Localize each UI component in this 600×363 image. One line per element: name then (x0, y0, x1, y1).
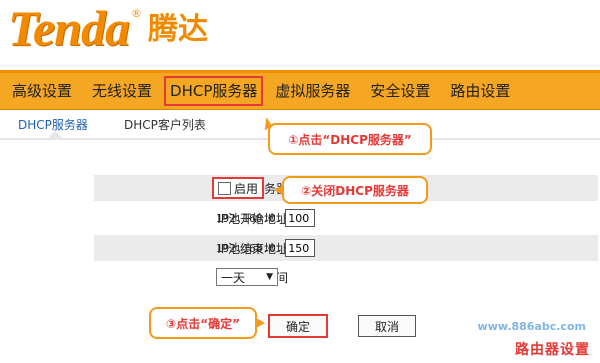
subnav-dhcp-client-list[interactable]: DHCP客户列表 (124, 116, 206, 133)
nav-item-wireless[interactable]: 无线设置 (84, 76, 160, 106)
row-ip-end: IP池结束地址 192.168.0. (94, 235, 598, 261)
ok-button[interactable]: 确定 (268, 314, 328, 338)
callout-step1: ①点击“DHCP服务器” (258, 117, 432, 155)
watermark-url: www.886abc.com (477, 320, 586, 333)
nav-item-dhcp-server[interactable]: DHCP服务器 (164, 76, 264, 106)
header: Tenda ® 腾达 (0, 0, 600, 70)
dhcp-enable-checkbox[interactable] (218, 181, 231, 195)
tenda-logo: Tenda ® 腾达 (8, 2, 208, 54)
ip-end-prefix: 192.168.0. (216, 241, 283, 255)
logo-text: Tenda (8, 0, 130, 56)
dhcp-enable-label: 启用 (234, 181, 259, 196)
nav-item-advanced[interactable]: 高级设置 (4, 76, 80, 106)
main-nav: 高级设置 无线设置 DHCP服务器 虚拟服务器 安全设置 路由设置 (0, 70, 600, 110)
lease-time-value: 一天 (221, 270, 246, 285)
nav-item-routing[interactable]: 路由设置 (442, 76, 518, 106)
ip-end-input[interactable] (285, 239, 316, 257)
chevron-down-icon: ▼ (266, 272, 273, 282)
nav-item-security[interactable]: 安全设置 (362, 76, 438, 106)
lease-time-select[interactable]: 一天 ▼ (216, 268, 278, 286)
logo-chinese-text: 腾达 (147, 12, 208, 47)
ip-start-input[interactable] (285, 209, 316, 227)
row-ip-start: IP池开始地址 192.168.0. (94, 205, 598, 231)
cancel-button[interactable]: 取消 (358, 315, 416, 337)
callout-step3: ③点击“确定” (149, 307, 265, 339)
dhcp-enable-toggle[interactable]: 启用 (212, 177, 265, 199)
nav-item-virtual-server[interactable]: 虚拟服务器 (267, 76, 358, 106)
subnav-active-pointer (48, 131, 62, 138)
logo-registered-mark: ® (130, 7, 142, 20)
watermark-text: 路由器设置 (515, 342, 590, 358)
callout-tail (256, 318, 265, 328)
row-lease-time: 过期时间 一天 ▼ (94, 264, 598, 290)
callout-step1-text: ①点击“DHCP服务器” (288, 132, 412, 147)
callout-step2-text: ②关闭DHCP服务器 (301, 183, 409, 198)
callout-tail (274, 185, 283, 195)
callout-step2: ②关闭DHCP服务器 (274, 176, 428, 204)
callout-step3-text: ③点击“确定” (166, 316, 240, 331)
ip-start-prefix: 192.168.0. (216, 211, 283, 225)
